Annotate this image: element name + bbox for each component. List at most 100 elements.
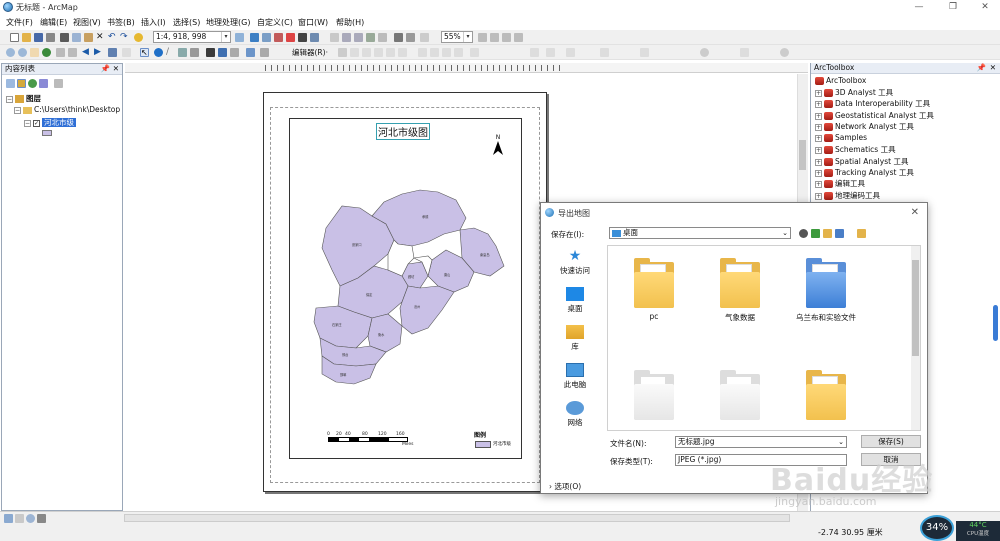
toolbox-tracking-analyst[interactable]: + Tracking Analyst 工具 (815, 167, 914, 178)
menu-customize[interactable]: 自定义(C) (257, 17, 293, 28)
arctoolbox-icon[interactable] (286, 33, 295, 42)
view-switcher[interactable] (4, 514, 64, 523)
list-by-visibility-icon[interactable] (28, 79, 37, 88)
close-button[interactable]: ✕ (976, 1, 994, 13)
modelbuilder-icon[interactable] (310, 33, 319, 42)
identify-icon[interactable] (154, 48, 163, 57)
menu-view[interactable]: 视图(V) (73, 17, 101, 28)
toolbox-samples[interactable]: + Samples (815, 133, 867, 142)
refresh-icon[interactable] (26, 514, 35, 523)
save-in-dropdown[interactable]: 桌面 ⌄ (609, 227, 791, 239)
full-extent-icon[interactable] (42, 48, 51, 57)
create-viewer-icon[interactable] (260, 48, 269, 57)
undo-icon[interactable]: ↶ (108, 33, 117, 42)
legend[interactable]: 图例 (474, 430, 486, 439)
measure-icon[interactable] (190, 48, 199, 57)
toolbox-network-analyst[interactable]: + Network Analyst 工具 (815, 121, 914, 132)
edit-annotation-icon[interactable] (350, 48, 359, 57)
menu-help[interactable]: 帮助(H) (336, 17, 364, 28)
search-icon[interactable] (274, 33, 283, 42)
cogo-icon[interactable] (740, 48, 749, 57)
minimize-button[interactable]: — (910, 1, 928, 13)
side-scroll-handle[interactable] (993, 305, 998, 341)
save-icon[interactable] (34, 33, 43, 42)
list-by-drawing-order-icon[interactable] (6, 79, 15, 88)
previous-extent-icon[interactable] (502, 33, 511, 42)
point-icon[interactable] (398, 48, 407, 57)
place-this-pc[interactable]: 此电脑 (549, 363, 601, 390)
python-icon[interactable] (298, 33, 307, 42)
html-popup-icon[interactable] (230, 48, 239, 57)
split-tool-icon[interactable] (418, 48, 427, 57)
select-elements-icon[interactable]: ↖ (140, 48, 149, 57)
pause-drawing-icon[interactable] (37, 514, 46, 523)
file-item-pc[interactable]: pc (614, 256, 694, 321)
catalog-icon[interactable] (262, 33, 271, 42)
end-point-arc-icon[interactable] (374, 48, 383, 57)
menu-geoprocessing[interactable]: 地理处理(G) (206, 17, 250, 28)
menu-file[interactable]: 文件(F) (6, 17, 33, 28)
editor-toolbar-icon[interactable] (235, 33, 244, 42)
layout-zoom-combo[interactable]: 55% ▾ (441, 31, 473, 43)
tracking-icon[interactable] (780, 48, 789, 57)
data-source-path[interactable]: − C:\Users\think\Desktop (14, 105, 120, 114)
topology-icon[interactable] (566, 48, 575, 57)
file-item-weather-data[interactable]: 气象数据 (700, 256, 780, 323)
file-item-folder-6[interactable] (786, 368, 866, 424)
toc-close-icon[interactable]: ✕ (113, 64, 119, 74)
scale-combo[interactable]: 1:4, 918, 998 ▾ (153, 31, 231, 43)
georef-link-icon[interactable] (546, 48, 555, 57)
file-item-folder-4[interactable] (614, 368, 694, 424)
new-document-icon[interactable] (10, 33, 19, 42)
connect-folder-icon[interactable] (857, 229, 866, 238)
toc-options-icon[interactable] (54, 79, 63, 88)
find-icon[interactable] (178, 48, 187, 57)
data-view-icon[interactable] (4, 514, 13, 523)
pan-hand-icon[interactable] (30, 48, 39, 57)
new-folder-icon[interactable] (823, 229, 832, 238)
up-folder-icon[interactable] (811, 229, 820, 238)
spatial-adjust-icon[interactable] (640, 48, 649, 57)
place-desktop[interactable]: 桌面 (549, 287, 601, 314)
toolbox-schematics[interactable]: + Schematics 工具 (815, 144, 896, 155)
sketch-properties-icon[interactable] (454, 48, 463, 57)
north-arrow[interactable]: N (493, 134, 503, 157)
open-folder-icon[interactable] (22, 33, 31, 42)
georef-tool-icon[interactable] (530, 48, 539, 57)
layer-visibility-checkbox[interactable]: ✓ (33, 119, 40, 127)
create-features-icon[interactable] (470, 48, 479, 57)
paste-icon[interactable] (84, 33, 93, 42)
cut-icon[interactable] (60, 33, 69, 42)
select-features-icon[interactable] (108, 48, 117, 57)
save-button[interactable]: 保存(S) (861, 435, 921, 448)
file-list-scroll-thumb[interactable] (912, 260, 919, 356)
arctoolbox-root[interactable]: ArcToolbox (815, 76, 866, 85)
file-item-folder-5[interactable] (700, 368, 780, 424)
toolbox-data-interoperability[interactable]: + Data Interoperability 工具 (815, 98, 930, 109)
add-data-icon[interactable] (134, 33, 143, 42)
focus-data-frame-icon[interactable] (406, 33, 415, 42)
filename-input[interactable]: 无标题.jpg ⌄ (675, 436, 847, 448)
arctoolbox-close-icon[interactable]: ✕ (990, 63, 996, 73)
toolbox-3d-analyst[interactable]: +3D Analyst 工具 (815, 87, 893, 98)
layer-hebei[interactable]: − ✓ 河北市级 (24, 117, 76, 128)
toolbox-spatial-analyst[interactable]: + Spatial Analyst 工具 (815, 156, 908, 167)
scale-bar[interactable] (328, 437, 408, 442)
toolbox-editing[interactable]: + 编辑工具 (815, 178, 865, 189)
network-tool-icon[interactable] (700, 48, 709, 57)
clear-selection-icon[interactable] (122, 48, 131, 57)
forward-extent-icon[interactable]: ▶ (94, 48, 103, 57)
dialog-close-icon[interactable]: ✕ (911, 207, 919, 218)
fixed-zoom-icon[interactable] (56, 48, 65, 57)
attributes-icon[interactable] (442, 48, 451, 57)
print-icon[interactable] (46, 33, 55, 42)
horizontal-scrollbar[interactable] (124, 514, 790, 522)
advanced-edit-icon[interactable] (600, 48, 609, 57)
map-title[interactable]: 河北市级图 (376, 123, 430, 140)
trace-icon[interactable] (386, 48, 395, 57)
list-by-selection-icon[interactable] (39, 79, 48, 88)
zoom-in-icon[interactable] (6, 48, 15, 57)
toggle-draft-icon[interactable] (394, 33, 403, 42)
time-slider-icon[interactable] (246, 48, 255, 57)
zoom-100-icon[interactable] (378, 33, 387, 42)
